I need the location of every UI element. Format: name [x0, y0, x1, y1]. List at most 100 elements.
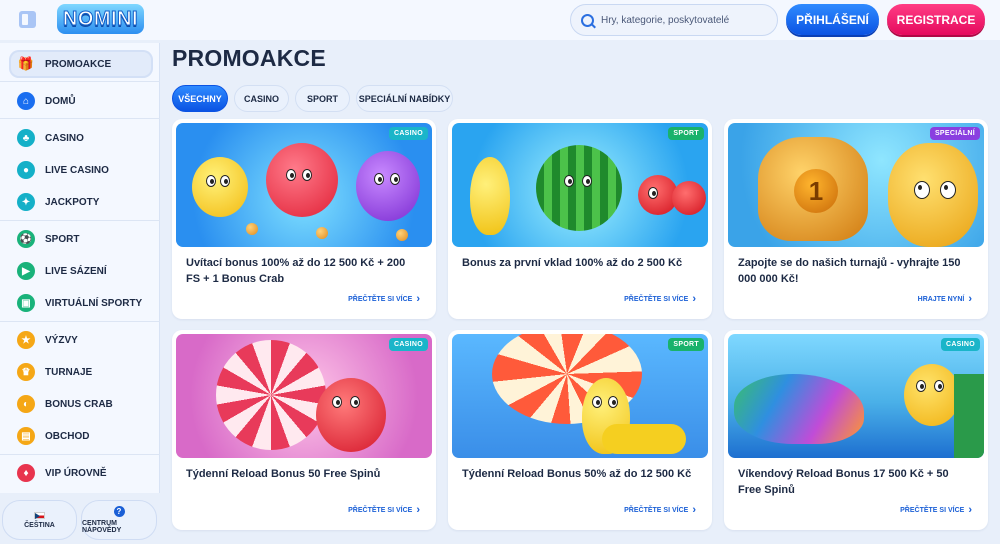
- read-more-label: PŘEČTĚTE SI VÍCE: [900, 506, 965, 514]
- read-more-label: PŘEČTĚTE SI VÍCE: [348, 506, 413, 514]
- sidebar-item-jackpoty[interactable]: ✦ JACKPOTY: [9, 188, 153, 216]
- sidebar-item-label: VIP ÚROVNĚ: [45, 467, 107, 479]
- search-icon: [581, 13, 594, 27]
- trophy-icon: ♛: [17, 363, 35, 381]
- tab-casino[interactable]: CASINO: [234, 85, 289, 112]
- promo-card[interactable]: SPORT Týdenní Reload Bonus 50% až do 12 …: [448, 330, 712, 530]
- promo-image-fishing: CASINO: [728, 334, 984, 458]
- chevron-right-icon: ›: [416, 293, 420, 305]
- promo-card[interactable]: SPORT Bonus za první vklad 100% až do 2 …: [448, 119, 712, 319]
- gift-icon: 🎁: [17, 56, 35, 71]
- promo-title: Týdenní Reload Bonus 50% až do 12 500 Kč: [462, 468, 692, 480]
- sidebar-item-vip[interactable]: ♦ VIP ÚROVNĚ: [9, 459, 153, 487]
- chevron-right-icon: ›: [968, 504, 972, 516]
- read-more-link[interactable]: PŘEČTĚTE SI VÍCE ›: [624, 504, 696, 516]
- promo-image-parachute: SPORT: [452, 334, 708, 458]
- category-badge: SPORT: [668, 338, 704, 351]
- sidebar-item-obchod[interactable]: ▤ OBCHOD: [9, 422, 153, 450]
- read-more-label: PŘEČTĚTE SI VÍCE: [624, 295, 689, 303]
- sidebar-toggle-icon[interactable]: [19, 11, 36, 28]
- play-now-link[interactable]: HRAJTE NYNÍ ›: [918, 293, 972, 305]
- language-selector[interactable]: ČEŠTINA: [2, 500, 77, 540]
- promo-card[interactable]: CASINO Víkendový Reload Bonus 17 500 Kč …: [724, 330, 988, 530]
- sidebar-item-label: DOMŮ: [45, 95, 76, 107]
- sport-icon: ⚽: [17, 230, 35, 248]
- sidebar-item-label: LIVE CASINO: [45, 164, 109, 176]
- virtual-sports-icon: ▣: [17, 294, 35, 312]
- home-icon: ⌂: [17, 92, 35, 110]
- challenges-icon: ★: [17, 331, 35, 349]
- play-now-label: HRAJTE NYNÍ: [917, 295, 965, 303]
- read-more-label: PŘEČTĚTE SI VÍCE: [624, 506, 689, 514]
- jackpot-icon: ✦: [17, 193, 35, 211]
- language-label: ČEŠTINA: [24, 521, 55, 529]
- divider: [0, 118, 160, 119]
- read-more-link[interactable]: PŘEČTĚTE SI VÍCE ›: [348, 504, 420, 516]
- sidebar-item-casino[interactable]: ♣ CASINO: [9, 124, 153, 152]
- divider: [0, 220, 160, 221]
- sidebar: 🎁 PROMOAKCE ⌂ DOMŮ ♣ CASINO ● LIVE CASIN…: [0, 43, 160, 493]
- help-center-label: CENTRUM NÁPOVĚDY: [82, 520, 122, 534]
- promo-title: Víkendový Reload Bonus 17 500 Kč + 50 Fr…: [738, 468, 949, 496]
- search-input[interactable]: [601, 14, 771, 26]
- sidebar-item-label: TURNAJE: [45, 366, 93, 378]
- tab-specialni-nabidky[interactable]: SPECIÁLNÍ NABÍDKY: [356, 85, 453, 112]
- sidebar-item-label: CASINO: [45, 132, 84, 144]
- promo-title: Bonus za první vklad 100% až do 2 500 Kč: [462, 257, 683, 269]
- promo-card[interactable]: CASINO Uvítací bonus 100% až do 12 500 K…: [172, 119, 436, 319]
- tab-sport[interactable]: SPORT: [295, 85, 350, 112]
- divider: [0, 81, 160, 82]
- czech-flag-icon: [34, 511, 45, 519]
- tab-vsechny[interactable]: VŠECHNY: [172, 85, 228, 112]
- sidebar-item-label: LIVE SÁZENÍ: [45, 265, 107, 277]
- sidebar-item-domu[interactable]: ⌂ DOMŮ: [9, 87, 153, 115]
- read-more-link[interactable]: PŘEČTĚTE SI VÍCE ›: [900, 504, 972, 516]
- sidebar-item-label: SPORT: [45, 233, 80, 245]
- category-badge: CASINO: [388, 127, 428, 140]
- divider: [0, 321, 160, 322]
- promo-image-tournament: 1 SPECIÁLNÍ: [728, 123, 984, 247]
- promo-title: Zapojte se do našich turnajů - vyhrajte …: [738, 257, 961, 285]
- category-badge: SPECIÁLNÍ: [929, 127, 980, 140]
- category-badge: SPORT: [668, 127, 704, 140]
- help-icon: ?: [113, 506, 125, 517]
- promo-card[interactable]: 1 SPECIÁLNÍ Zapojte se do našich turnajů…: [724, 119, 988, 319]
- register-button[interactable]: REGISTRACE: [887, 4, 985, 35]
- sidebar-item-virtualni-sporty[interactable]: ▣ VIRTUÁLNÍ SPORTY: [9, 289, 153, 317]
- top-bar: NOMINI PŘIHLÁŠENÍ REGISTRACE: [0, 0, 1000, 40]
- casino-icon: ♣: [17, 129, 35, 147]
- category-badge: CASINO: [940, 338, 980, 351]
- vip-icon: ♦: [17, 464, 35, 482]
- read-more-link[interactable]: PŘEČTĚTE SI VÍCE ›: [348, 293, 420, 305]
- sidebar-item-bonus-crab[interactable]: ◐ BONUS CRAB: [9, 390, 153, 418]
- sidebar-item-label: JACKPOTY: [45, 196, 100, 208]
- promo-image-candy: CASINO: [176, 334, 432, 458]
- sidebar-item-promoakce[interactable]: 🎁 PROMOAKCE: [9, 50, 153, 78]
- chevron-right-icon: ›: [968, 293, 972, 305]
- sidebar-item-turnaje[interactable]: ♛ TURNAJE: [9, 358, 153, 386]
- divider: [0, 454, 160, 455]
- category-badge: CASINO: [388, 338, 428, 351]
- promo-card[interactable]: CASINO Týdenní Reload Bonus 50 Free Spin…: [172, 330, 436, 530]
- sidebar-item-label: BONUS CRAB: [45, 398, 113, 410]
- help-center-button[interactable]: ? CENTRUM NÁPOVĚDY: [81, 500, 157, 540]
- search-box[interactable]: [570, 4, 778, 36]
- sidebar-item-label: PROMOAKCE: [45, 58, 112, 70]
- sidebar-item-live-casino[interactable]: ● LIVE CASINO: [9, 156, 153, 184]
- sidebar-item-vyzvy[interactable]: ★ VÝZVY: [9, 326, 153, 354]
- page-title: PROMOAKCE: [172, 45, 326, 71]
- promo-image-sport-fruits: SPORT: [452, 123, 708, 247]
- shop-icon: ▤: [17, 427, 35, 445]
- read-more-link[interactable]: PŘEČTĚTE SI VÍCE ›: [624, 293, 696, 305]
- chevron-right-icon: ›: [692, 504, 696, 516]
- logo[interactable]: NOMINI: [57, 4, 144, 34]
- promo-image-fruits: CASINO: [176, 123, 432, 247]
- live-casino-icon: ●: [17, 161, 35, 179]
- promo-title: Uvítací bonus 100% až do 12 500 Kč + 200…: [186, 257, 406, 285]
- read-more-label: PŘEČTĚTE SI VÍCE: [348, 295, 413, 303]
- login-button[interactable]: PŘIHLÁŠENÍ: [786, 4, 879, 35]
- chevron-right-icon: ›: [692, 293, 696, 305]
- sidebar-item-sport[interactable]: ⚽ SPORT: [9, 225, 153, 253]
- sidebar-item-live-sazeni[interactable]: ▶ LIVE SÁZENÍ: [9, 257, 153, 285]
- live-betting-icon: ▶: [17, 262, 35, 280]
